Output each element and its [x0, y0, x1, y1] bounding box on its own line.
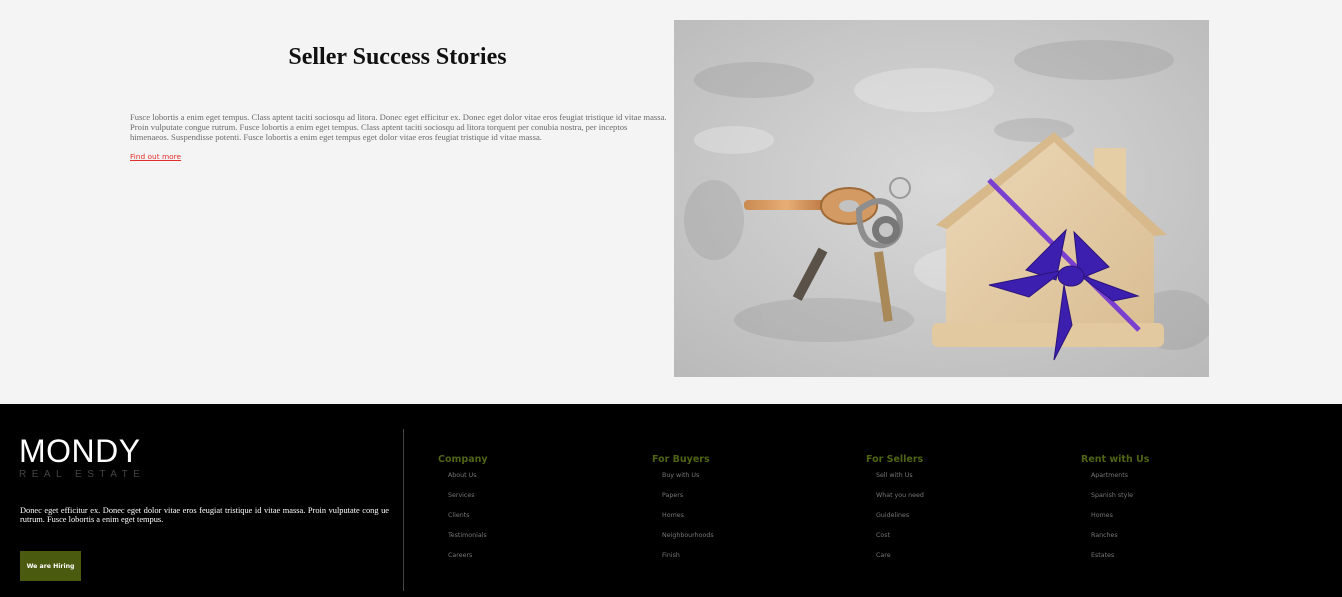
footer-link[interactable]: Sell with Us — [876, 471, 924, 491]
logo-tagline: REAL ESTATE — [19, 469, 146, 480]
footer-link[interactable]: Apartments — [1091, 471, 1149, 491]
footer-link[interactable]: About Us — [448, 471, 488, 491]
footer-divider — [403, 429, 404, 591]
footer-column-for-sellers: For Sellers Sell with Us What you need G… — [866, 454, 924, 571]
footer-link[interactable]: Cost — [876, 531, 924, 551]
footer-link[interactable]: Finish — [662, 551, 714, 571]
logo-wordmark: MONDY — [19, 433, 141, 469]
footer-link[interactable]: Guidelines — [876, 511, 924, 531]
column-title: For Buyers — [652, 454, 710, 465]
we-are-hiring-button[interactable]: We are Hiring — [20, 551, 81, 581]
footer-link[interactable]: Care — [876, 551, 924, 571]
footer-link[interactable]: Estates — [1091, 551, 1149, 571]
house-keys-image — [674, 20, 1209, 377]
house-keys-illustration — [674, 20, 1209, 377]
column-links: Sell with Us What you need Guidelines Co… — [876, 471, 924, 571]
footer-link[interactable]: Spanish style — [1091, 491, 1149, 511]
footer-logo[interactable]: MONDY REAL ESTATE — [19, 434, 145, 480]
footer-column-company: Company About Us Services Clients Testim… — [438, 454, 488, 571]
footer-link[interactable]: Careers — [448, 551, 488, 571]
footer-link[interactable]: What you need — [876, 491, 924, 511]
footer-link[interactable]: Neighbourhoods — [662, 531, 714, 551]
footer-link[interactable]: Papers — [662, 491, 714, 511]
footer-link[interactable]: Buy with Us — [662, 471, 714, 491]
column-links: About Us Services Clients Testimonials C… — [448, 471, 488, 571]
column-links: Apartments Spanish style Homes Ranches E… — [1091, 471, 1149, 571]
section-body-text: Fusce lobortis a enim eget tempus. Class… — [130, 112, 667, 142]
footer-link[interactable]: Homes — [662, 511, 714, 531]
footer-column-for-buyers: For Buyers Buy with Us Papers Homes Neig… — [652, 454, 714, 571]
find-out-more-link[interactable]: Find out more — [130, 152, 181, 161]
footer-link[interactable]: Services — [448, 491, 488, 511]
footer-link[interactable]: Clients — [448, 511, 488, 531]
footer-column-rent-with-us: Rent with Us Apartments Spanish style Ho… — [1081, 454, 1149, 571]
column-title: For Sellers — [866, 454, 924, 465]
column-links: Buy with Us Papers Homes Neighbourhoods … — [662, 471, 714, 571]
footer-link[interactable]: Homes — [1091, 511, 1149, 531]
footer-description: Donec eget efficitur ex. Donec eget dolo… — [20, 506, 389, 524]
seller-stories-section: Seller Success Stories Fusce lobortis a … — [0, 0, 1342, 404]
footer-link[interactable]: Testimonials — [448, 531, 488, 551]
column-title: Rent with Us — [1081, 454, 1150, 465]
section-title: Seller Success Stories — [288, 44, 507, 70]
site-footer: MONDY REAL ESTATE Donec eget efficitur e… — [0, 404, 1342, 597]
footer-link[interactable]: Ranches — [1091, 531, 1149, 551]
column-title: Company — [438, 454, 488, 465]
